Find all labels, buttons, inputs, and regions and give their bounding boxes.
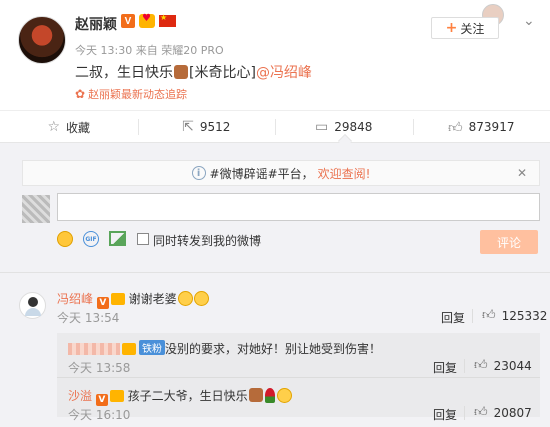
replier-name-blurred[interactable] [68, 343, 120, 355]
post-meta: 今天 13:30 来自 荣耀20 PRO [75, 42, 224, 58]
tracking-label: 赵丽颖最新动态追踪 [88, 88, 188, 101]
reply-like-count: 23044 [493, 358, 532, 373]
post-text-prefix: 二叔，生日快乐 [75, 65, 173, 81]
vip-crown-icon [122, 343, 136, 355]
blush-emoji-icon [177, 291, 193, 306]
post-text-bracket: [米奇比心] [189, 65, 256, 81]
fan-badge: 铁粉 [139, 340, 165, 355]
reply-text: 孩子二大爷，生日快乐 [127, 389, 248, 403]
action-bar: ☆ 收藏 ⇱ 9512 ▭ 29848 👍︎ 873917 [0, 111, 550, 143]
emoji-icon[interactable] [57, 231, 73, 247]
replier-name[interactable]: 沙溢 [68, 389, 92, 403]
post-source: 来自 荣耀20 PRO [135, 44, 224, 57]
divider [0, 272, 550, 273]
vip-crown-icon [109, 390, 124, 402]
divider [464, 359, 465, 373]
thumbs-up-icon: 👍︎ [448, 119, 463, 136]
author-badges: V [121, 13, 176, 28]
notice-link[interactable]: 欢迎查阅! [318, 165, 371, 182]
reply-time: 今天 13:58 [68, 361, 131, 375]
image-icon[interactable] [109, 231, 126, 246]
weibo-post-card: 赵丽颖 V 今天 13:30 来自 荣耀20 PRO 二叔，生日快乐 [米奇比心]… [0, 0, 550, 427]
smile-emoji-icon [276, 388, 292, 403]
comment-time: 今天 13:54 [57, 311, 120, 325]
verified-v-icon: V [96, 297, 109, 309]
reply-link[interactable]: 回复 [433, 359, 457, 376]
comment-input[interactable] [57, 193, 540, 221]
reply-body: 铁粉 没别的要求，对她好！别让她受到伤害！ [68, 340, 381, 357]
verified-v-icon[interactable]: V [121, 14, 135, 28]
comment-like-button[interactable]: 👍︎ 125332 [482, 308, 547, 323]
reply-link[interactable]: 回复 [441, 309, 465, 326]
reply-like-button[interactable]: 👍︎ 20807 [474, 405, 532, 420]
star-icon: ☆ [47, 119, 61, 135]
repost-checkbox-label: 同时转发到我的微博 [153, 234, 262, 248]
close-icon[interactable]: ✕ [517, 166, 527, 180]
collect-label: 收藏 [66, 120, 91, 135]
follow-label: 关注 [460, 21, 485, 36]
commenter-name[interactable]: 冯绍峰 [57, 292, 93, 306]
divider [57, 377, 540, 378]
repost-count: 9512 [199, 120, 231, 134]
gif-icon[interactable]: GIF [83, 231, 99, 247]
reply-body: 沙溢 V 孩子二大爷，生日快乐 [68, 387, 292, 406]
repost-icon: ⇱ [182, 119, 194, 135]
plus-icon: + [445, 20, 458, 36]
repost-checkbox[interactable] [137, 233, 149, 245]
china-flag-icon [159, 13, 176, 27]
like-count: 873917 [468, 120, 515, 134]
info-icon: i [191, 166, 206, 180]
blush-emoji-icon [193, 291, 209, 306]
divider [472, 309, 473, 323]
notice-text: #微博辟谣#平台， [209, 166, 314, 181]
vip-crown-icon[interactable] [139, 13, 155, 28]
cake-emoji-icon [248, 388, 263, 402]
reply-text: 没别的要求，对她好！别让她受到伤害！ [165, 342, 382, 356]
my-avatar [22, 195, 50, 223]
like-button[interactable]: 👍︎ 873917 [412, 111, 550, 143]
reply-like-button[interactable]: 👍︎ 23044 [474, 358, 532, 373]
commenter-avatar[interactable] [19, 292, 46, 319]
rumor-notice: i #微博辟谣#平台， 欢迎查阅! ✕ [22, 160, 540, 186]
dynamic-tracking-link[interactable]: ✿ 赵丽颖最新动态追踪 [75, 86, 187, 102]
author-name[interactable]: 赵丽颖 [75, 14, 117, 34]
rose-emoji-icon [264, 388, 275, 403]
thumbs-up-icon: 👍︎ [474, 405, 488, 420]
reply-like-count: 20807 [493, 405, 532, 420]
repost-button[interactable]: ⇱ 9512 [137, 111, 276, 143]
author-avatar[interactable] [18, 16, 66, 64]
comment-text: 谢谢老婆 [128, 292, 177, 306]
thumbs-up-icon: 👍︎ [474, 358, 488, 373]
verified-v-icon: V [95, 394, 108, 406]
thumbs-up-icon: 👍︎ [482, 308, 496, 323]
reply-time: 今天 16:10 [68, 408, 131, 422]
chevron-down-icon[interactable]: ⌄ [523, 13, 535, 29]
collect-button[interactable]: ☆ 收藏 [0, 111, 138, 143]
comment-count: 29848 [334, 120, 373, 134]
mention-link[interactable]: @冯绍峰 [256, 65, 312, 81]
post-time[interactable]: 今天 13:30 [75, 44, 132, 57]
vip-crown-icon [110, 293, 125, 305]
tracking-flower-icon: ✿ [75, 87, 86, 101]
follow-button[interactable]: + 关注 [431, 17, 499, 39]
comment-like-count: 125332 [501, 308, 548, 323]
divider [464, 406, 465, 420]
cake-emoji-icon [174, 65, 188, 79]
comment-body: 冯绍峰 V 谢谢老婆 [57, 290, 209, 309]
reply-link[interactable]: 回复 [433, 406, 457, 423]
comment-icon: ▭ [315, 119, 329, 135]
post-text: 二叔，生日快乐 [米奇比心]@冯绍峰 [75, 62, 312, 82]
submit-comment-button[interactable]: 评论 [480, 230, 538, 254]
